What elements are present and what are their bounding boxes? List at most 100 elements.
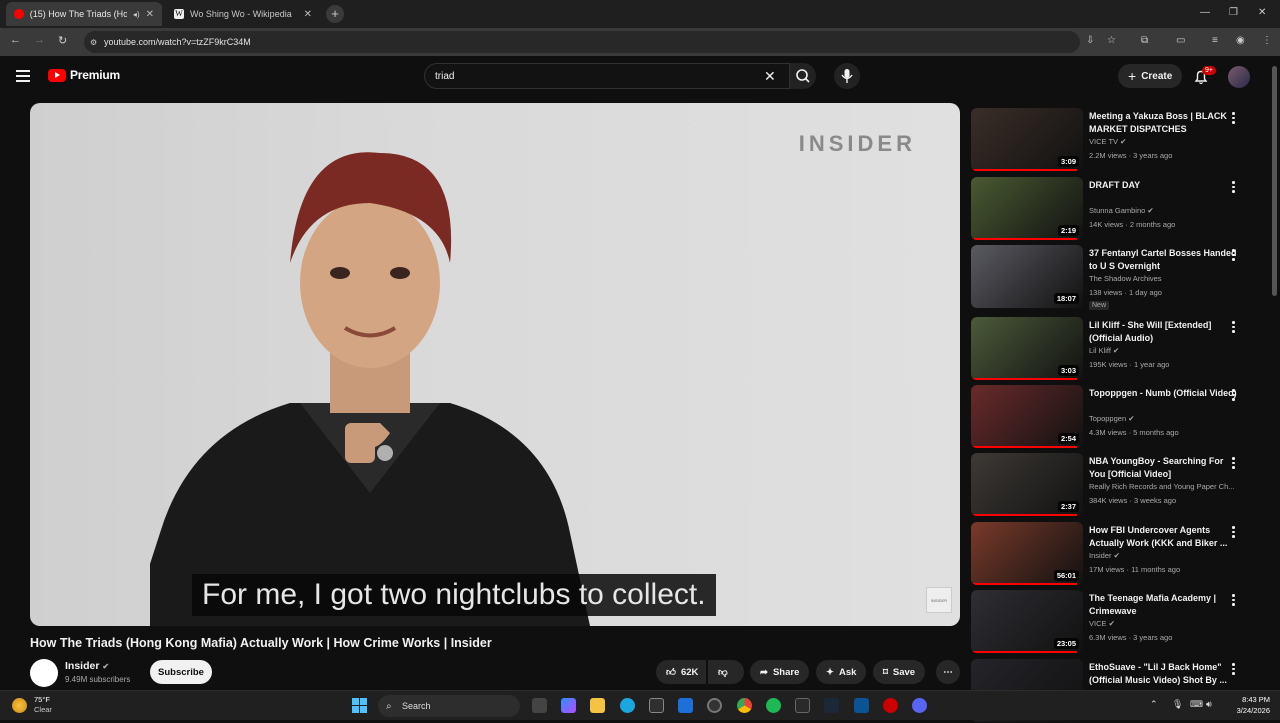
page-scrollbar[interactable] [1272, 66, 1277, 296]
recommended-channel[interactable]: The Shadow Archives [1089, 274, 1162, 283]
more-options-icon[interactable] [1232, 663, 1235, 677]
more-options-icon[interactable] [1232, 594, 1235, 608]
recommended-channel[interactable]: VICE ✔ [1089, 619, 1115, 628]
outlook-icon[interactable] [678, 698, 693, 713]
discord-icon[interactable] [912, 698, 927, 713]
split-view-icon[interactable]: ▭ [1176, 35, 1188, 47]
recommended-video[interactable]: 3:03 Lil Kliff - She Will [Extended] (Off… [971, 317, 1266, 381]
minimize-icon[interactable]: — [1200, 7, 1210, 18]
close-tab-icon[interactable]: ✕ [146, 9, 154, 20]
opera-icon[interactable] [883, 698, 898, 713]
recommended-title[interactable]: The Teenage Mafia Academy | Crimewave [1089, 592, 1241, 618]
reload-icon[interactable]: ↻ [58, 34, 67, 47]
windows-start-icon[interactable] [352, 698, 367, 713]
recommended-title[interactable]: How FBI Undercover Agents Actually Work … [1089, 524, 1241, 550]
recommended-title[interactable]: Meeting a Yakuza Boss | BLACK MARKET DIS… [1089, 110, 1241, 136]
steam-icon[interactable] [824, 698, 839, 713]
recommended-title[interactable]: EthoSuave - "Lil J Back Home" (Official … [1089, 661, 1241, 687]
subscribe-button[interactable]: Subscribe [150, 660, 212, 684]
ask-button[interactable]: ✦ Ask [816, 660, 867, 684]
close-tab-icon[interactable]: ✕ [304, 9, 312, 20]
media-controls-icon[interactable]: ≡ [1212, 35, 1224, 47]
recommended-video[interactable]: 56:01 How FBI Undercover Agents Actually … [971, 522, 1266, 586]
install-app-icon[interactable]: ⇩ [1086, 35, 1098, 47]
speaker-icon[interactable]: ◂) [133, 10, 140, 19]
site-info-icon[interactable]: ⚙ [90, 38, 97, 47]
account-avatar[interactable] [1228, 66, 1250, 88]
more-actions-button[interactable]: ⋯ [936, 660, 960, 684]
video-thumbnail[interactable]: 23:05 [971, 590, 1083, 653]
recommended-channel[interactable]: Stunna Gambino ✔ [1089, 206, 1154, 215]
tray-chevron-icon[interactable]: ⌃ [1150, 699, 1158, 710]
xbox-icon[interactable] [795, 698, 810, 713]
browser-menu-icon[interactable]: ⋮ [1262, 35, 1274, 47]
tab-active[interactable]: (15) How The Triads (Hong ◂) ✕ [6, 2, 162, 26]
more-options-icon[interactable] [1232, 321, 1235, 335]
video-thumbnail[interactable]: 3:09 [971, 108, 1083, 171]
task-view-icon[interactable] [532, 698, 547, 713]
share-button[interactable]: ➦ Share [750, 660, 810, 684]
youtube-logo[interactable]: Premium [48, 68, 120, 82]
recommended-title[interactable]: DRAFT DAY [1089, 179, 1241, 192]
extensions-icon[interactable]: ⧉ [1141, 35, 1153, 47]
recommended-channel[interactable]: Topoppgen ✔ [1089, 414, 1135, 423]
recommended-video[interactable]: 2:37 NBA YoungBoy - Searching For You [Of… [971, 453, 1266, 517]
voice-search-button[interactable] [834, 63, 860, 89]
channel-branding-watermark[interactable]: INSIDER [926, 587, 952, 613]
close-window-icon[interactable]: ✕ [1258, 7, 1266, 18]
more-options-icon[interactable] [1232, 249, 1235, 263]
tray-microphone-icon[interactable]: 🎙︎ [1172, 699, 1183, 710]
video-thumbnail[interactable]: 18:07 [971, 245, 1083, 308]
recommended-video[interactable]: 23:05 The Teenage Mafia Academy | Crimewa… [971, 590, 1266, 654]
url-field[interactable]: ⚙ youtube.com/watch?v=tzZF9krC34M [84, 31, 1080, 53]
taskbar-search[interactable]: ⌕ Search [378, 695, 520, 717]
clear-search-icon[interactable]: ✕ [764, 68, 776, 85]
dislike-button[interactable]: 👎︎ [708, 660, 744, 684]
create-button[interactable]: + Create [1118, 64, 1183, 88]
file-explorer-icon[interactable] [590, 698, 605, 713]
video-player[interactable]: INSIDER For me, I got two nightclubs to … [30, 103, 960, 626]
recommended-title[interactable]: Lil Kliff - She Will [Extended] (Officia… [1089, 319, 1241, 345]
recommended-title[interactable]: Topoppgen - Numb (Official Video) [1089, 387, 1241, 400]
more-options-icon[interactable] [1232, 389, 1235, 403]
photos-icon[interactable] [854, 698, 869, 713]
recommended-video[interactable]: 2:19 DRAFT DAY Stunna Gambino ✔ 14K views ·… [971, 177, 1266, 241]
recommended-title[interactable]: NBA YoungBoy - Searching For You [Offici… [1089, 455, 1241, 481]
recommended-channel[interactable]: Insider ✔ [1089, 551, 1120, 560]
edge-icon[interactable] [620, 698, 635, 713]
recommended-video[interactable]: 18:07 37 Fentanyl Cartel Bosses Handed to… [971, 245, 1266, 310]
video-thumbnail[interactable]: 2:19 [971, 177, 1083, 240]
recommended-title[interactable]: 37 Fentanyl Cartel Bosses Handed to U S … [1089, 247, 1241, 273]
tray-volume-icon[interactable]: 🔊︎ [1206, 699, 1212, 710]
search-input[interactable] [435, 70, 735, 82]
maximize-icon[interactable]: ❐ [1229, 7, 1238, 18]
forward-icon[interactable]: → [34, 34, 45, 46]
recommended-channel[interactable]: VICE TV ✔ [1089, 137, 1126, 146]
recommended-video[interactable]: 2:54 Topoppgen - Numb (Official Video) Top… [971, 385, 1266, 449]
recommended-channel[interactable]: Lil Kliff ✔ [1089, 346, 1119, 355]
video-thumbnail[interactable]: 2:37 [971, 453, 1083, 516]
spotify-icon[interactable] [766, 698, 781, 713]
recommended-channel[interactable]: Really Rich Records and Young Paper Ch..… [1089, 482, 1235, 491]
tab-wikipedia[interactable]: W Wo Shing Wo - Wikipedia ✕ [166, 2, 320, 26]
taskbar-clock[interactable]: 8:43 PM 3/24/2026 [1222, 694, 1270, 716]
video-thumbnail[interactable]: 2:54 [971, 385, 1083, 448]
search-button[interactable] [790, 63, 816, 89]
channel-name[interactable]: Insider ✔ [65, 660, 109, 672]
tray-network-icon[interactable]: ⌨ [1190, 699, 1203, 710]
store-icon[interactable] [649, 698, 664, 713]
like-button[interactable]: 👍︎ 62K [656, 660, 706, 684]
recommended-video[interactable]: 3:09 Meeting a Yakuza Boss | BLACK MARKET… [971, 108, 1266, 172]
weather-moon-icon[interactable] [12, 698, 27, 713]
save-button[interactable]: ⌑ Save [873, 660, 926, 684]
profile-icon[interactable]: ◉ [1236, 35, 1248, 47]
more-options-icon[interactable] [1232, 181, 1235, 195]
chrome-icon[interactable] [737, 698, 752, 713]
video-thumbnail[interactable]: 3:03 [971, 317, 1083, 380]
more-options-icon[interactable] [1232, 526, 1235, 540]
bookmark-star-icon[interactable]: ☆ [1107, 35, 1119, 47]
video-thumbnail[interactable]: 56:01 [971, 522, 1083, 585]
copilot-icon[interactable] [561, 698, 576, 713]
more-options-icon[interactable] [1232, 457, 1235, 471]
hamburger-menu-icon[interactable] [16, 70, 30, 85]
